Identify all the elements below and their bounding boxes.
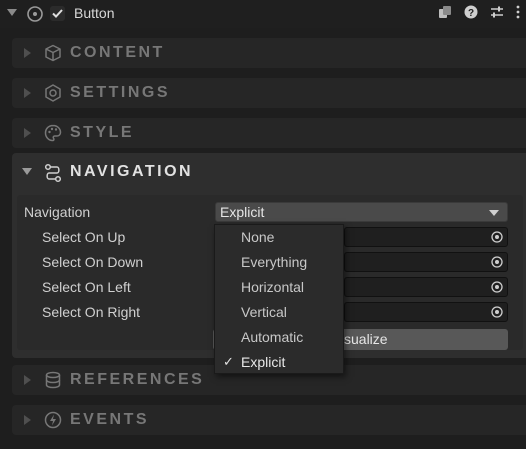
section-label: STYLE bbox=[70, 124, 135, 141]
collapsed-arrow-icon bbox=[24, 48, 31, 58]
menu-item-automatic[interactable]: Automatic bbox=[215, 325, 343, 350]
checkbox-icon bbox=[52, 9, 63, 18]
select-on-left-label: Select On Left bbox=[42, 279, 131, 295]
object-picker-icon[interactable] bbox=[491, 306, 503, 318]
enabled-checkbox[interactable] bbox=[50, 6, 65, 21]
hexagon-gear-icon bbox=[44, 84, 62, 107]
navigation-mode-dropdown[interactable]: Explicit bbox=[215, 202, 508, 222]
collapsed-arrow-icon bbox=[24, 128, 31, 138]
target-icon[interactable] bbox=[26, 5, 44, 28]
section-label: CONTENT bbox=[70, 44, 165, 61]
database-icon bbox=[44, 371, 62, 394]
select-on-right-label: Select On Right bbox=[42, 304, 141, 320]
object-picker-icon[interactable] bbox=[491, 231, 503, 243]
menu-item-none[interactable]: None bbox=[215, 225, 343, 250]
menu-item-label: None bbox=[241, 229, 275, 245]
section-label: NAVIGATION bbox=[70, 163, 194, 180]
menu-item-label: Vertical bbox=[241, 304, 287, 320]
bolt-icon bbox=[44, 411, 62, 434]
route-icon bbox=[43, 163, 63, 188]
expanded-arrow-icon[interactable] bbox=[22, 168, 32, 175]
menu-item-label: Everything bbox=[241, 254, 308, 270]
menu-item-label: Explicit bbox=[241, 354, 286, 370]
object-picker-icon[interactable] bbox=[491, 256, 503, 268]
select-on-right-field[interactable] bbox=[344, 302, 508, 322]
cube-icon bbox=[44, 44, 62, 67]
navigation-mode-label: Navigation bbox=[24, 204, 91, 220]
foldout-icon[interactable] bbox=[7, 9, 17, 16]
collapsed-arrow-icon bbox=[24, 375, 31, 385]
copy-icon[interactable] bbox=[438, 5, 452, 19]
help-icon[interactable]: ? bbox=[464, 5, 478, 19]
menu-item-label: Horizontal bbox=[241, 279, 305, 295]
select-on-down-label: Select On Down bbox=[42, 254, 144, 270]
select-on-down-field[interactable] bbox=[344, 252, 508, 272]
menu-item-label: Automatic bbox=[241, 329, 304, 345]
section-content[interactable]: CONTENT bbox=[12, 38, 526, 68]
palette-icon bbox=[44, 124, 62, 147]
sliders-icon[interactable] bbox=[490, 5, 504, 19]
component-title: Button bbox=[74, 5, 115, 21]
select-on-up-field[interactable] bbox=[344, 227, 508, 247]
collapsed-arrow-icon bbox=[24, 415, 31, 425]
section-style[interactable]: STYLE bbox=[12, 118, 526, 148]
section-events[interactable]: EVENTS bbox=[12, 405, 526, 435]
more-icon[interactable] bbox=[516, 5, 520, 19]
checkmark-icon: ✓ bbox=[223, 354, 234, 369]
section-label: REFERENCES bbox=[70, 371, 205, 388]
menu-item-everything[interactable]: Everything bbox=[215, 250, 343, 275]
menu-item-explicit[interactable]: ✓ Explicit bbox=[215, 350, 343, 375]
select-on-left-field[interactable] bbox=[344, 277, 508, 297]
section-label: SETTINGS bbox=[70, 84, 171, 101]
section-settings[interactable]: SETTINGS bbox=[12, 78, 526, 108]
chevron-down-icon bbox=[489, 210, 499, 216]
collapsed-arrow-icon bbox=[24, 88, 31, 98]
header-tools: ? bbox=[438, 5, 520, 19]
menu-item-vertical[interactable]: Vertical bbox=[215, 300, 343, 325]
section-label: EVENTS bbox=[70, 411, 150, 428]
component-header: Button ? bbox=[0, 0, 526, 28]
menu-item-horizontal[interactable]: Horizontal bbox=[215, 275, 343, 300]
object-picker-icon[interactable] bbox=[491, 281, 503, 293]
navigation-mode-menu: None Everything Horizontal Vertical Auto… bbox=[214, 224, 344, 374]
visualize-label: sualize bbox=[344, 331, 388, 347]
dropdown-value: Explicit bbox=[220, 204, 265, 220]
select-on-up-label: Select On Up bbox=[42, 229, 126, 245]
svg-text:?: ? bbox=[468, 8, 474, 19]
